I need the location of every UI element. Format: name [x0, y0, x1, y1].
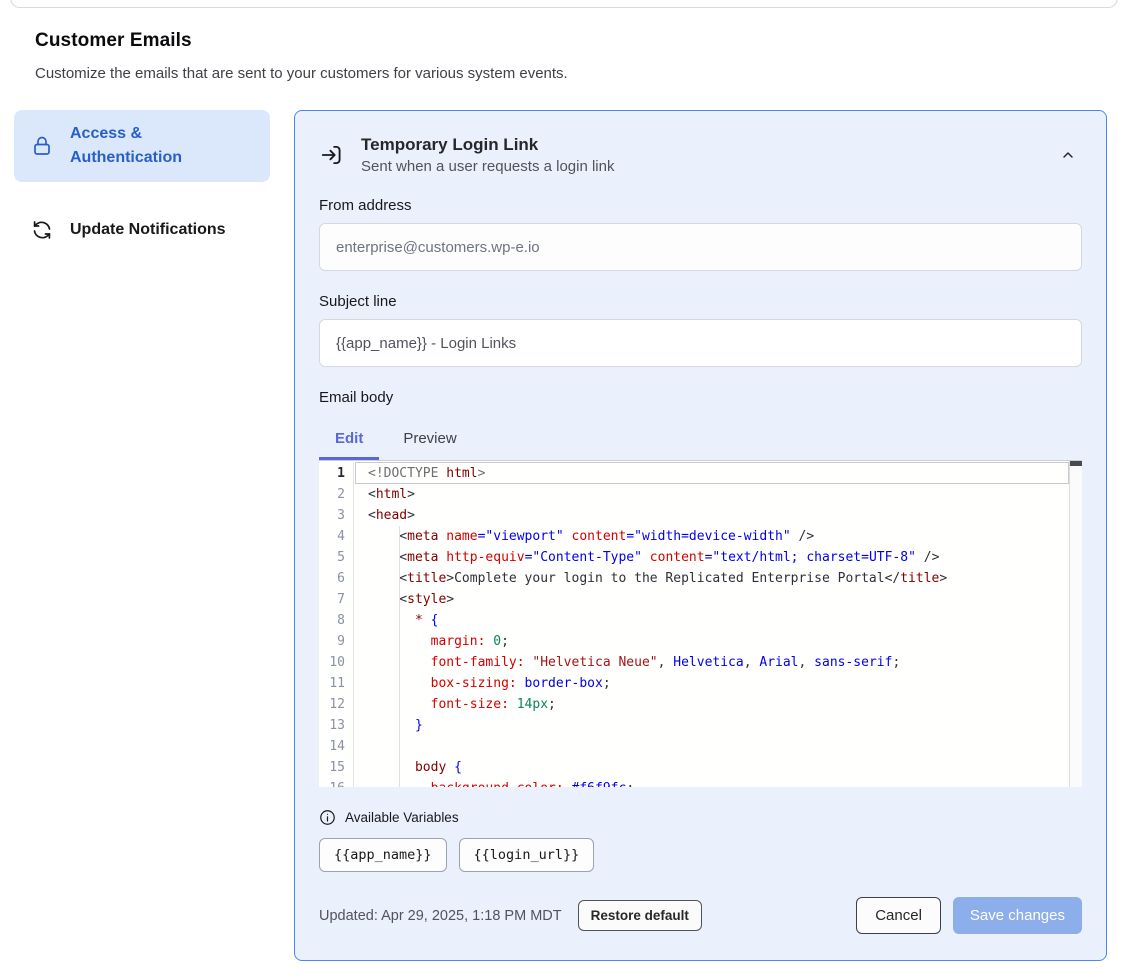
line-number: 7 [319, 589, 354, 610]
tab-preview[interactable]: Preview [387, 421, 472, 460]
code-line: 12 font-size: 14px; [319, 694, 1082, 715]
line-number: 8 [319, 610, 354, 631]
indent-guide [399, 526, 400, 787]
page-subtitle: Customize the emails that are sent to yo… [35, 65, 1093, 82]
settings-panel: Temporary Login Link Sent when a user re… [294, 110, 1107, 961]
code-line: 13 } [319, 715, 1082, 736]
panel-title: Temporary Login Link [361, 135, 614, 155]
variable-chip[interactable]: {{login_url}} [459, 838, 595, 872]
sidebar-item-update-notifications[interactable]: Update Notifications [14, 206, 270, 254]
code-line: 11 box-sizing: border-box; [319, 673, 1082, 694]
code-line-content [354, 736, 1082, 757]
page-header: Customer Emails Customize the emails tha… [0, 0, 1128, 82]
code-line: 3<head> [319, 505, 1082, 526]
code-line: 2<html> [319, 484, 1082, 505]
lock-icon [30, 134, 54, 158]
code-line: 15 body { [319, 757, 1082, 778]
code-line-content: background-color: #f6f9fc; [354, 778, 1082, 787]
chevron-up-icon [1060, 147, 1076, 163]
email-body-tabs: EditPreview [319, 421, 1082, 460]
email-body-label: Email body [319, 389, 1082, 406]
line-number: 3 [319, 505, 354, 526]
line-number: 2 [319, 484, 354, 505]
refresh-icon [30, 218, 54, 242]
line-number: 14 [319, 736, 354, 757]
page-title: Customer Emails [35, 30, 1093, 52]
cancel-button[interactable]: Cancel [856, 897, 941, 934]
sidebar-item-access-authentication[interactable]: Access & Authentication [14, 110, 270, 182]
code-line-content: margin: 0; [354, 631, 1082, 652]
from-address-label: From address [319, 197, 1082, 214]
code-line-content: <!DOCTYPE html> [354, 463, 1082, 484]
tab-edit[interactable]: Edit [319, 421, 379, 460]
code-line-content: <style> [354, 589, 1082, 610]
line-number: 6 [319, 568, 354, 589]
code-line: 7 <style> [319, 589, 1082, 610]
line-number: 13 [319, 715, 354, 736]
line-number: 12 [319, 694, 354, 715]
code-line-content: <html> [354, 484, 1082, 505]
subject-line-input[interactable] [319, 319, 1082, 367]
code-line: 9 margin: 0; [319, 631, 1082, 652]
code-line: 5 <meta http-equiv="Content-Type" conten… [319, 547, 1082, 568]
sidebar-item-label: Access & Authentication [70, 122, 254, 170]
code-line-content: <title>Complete your login to the Replic… [354, 568, 1082, 589]
panel-header: Temporary Login Link Sent when a user re… [319, 135, 1082, 175]
info-icon [319, 809, 336, 826]
code-line-content: * { [354, 610, 1082, 631]
editor-scrollbar-thumb[interactable] [1070, 461, 1082, 466]
panel-subtitle: Sent when a user requests a login link [361, 158, 614, 175]
subject-line-label: Subject line [319, 293, 1082, 310]
code-line: 8 * { [319, 610, 1082, 631]
code-line-content: font-family: "Helvetica Neue", Helvetica… [354, 652, 1082, 673]
code-line-content: <head> [354, 505, 1082, 526]
code-line-content: box-sizing: border-box; [354, 673, 1082, 694]
code-line-content: } [354, 715, 1082, 736]
code-line-content: <meta http-equiv="Content-Type" content=… [354, 547, 1082, 568]
available-variables-label: Available Variables [345, 810, 459, 825]
line-number: 11 [319, 673, 354, 694]
code-line: 14 [319, 736, 1082, 757]
top-card-edge [10, 0, 1118, 8]
editor-scrollbar[interactable] [1069, 461, 1082, 787]
code-line: 1<!DOCTYPE html> [319, 463, 1082, 484]
line-number: 10 [319, 652, 354, 673]
line-number: 16 [319, 778, 354, 787]
collapse-button[interactable] [1054, 141, 1082, 169]
sidebar-item-label: Update Notifications [70, 218, 226, 242]
code-line-content: <meta name="viewport" content="width=dev… [354, 526, 1082, 547]
code-line: 16 background-color: #f6f9fc; [319, 778, 1082, 787]
code-line: 4 <meta name="viewport" content="width=d… [319, 526, 1082, 547]
code-line: 10 font-family: "Helvetica Neue", Helvet… [319, 652, 1082, 673]
sidebar: Access & Authentication Update Notificati… [14, 110, 270, 254]
login-icon [319, 142, 345, 168]
line-number: 9 [319, 631, 354, 652]
from-address-input[interactable] [319, 223, 1082, 271]
line-number: 15 [319, 757, 354, 778]
line-number: 5 [319, 547, 354, 568]
line-number: 1 [319, 463, 354, 484]
code-line-content: font-size: 14px; [354, 694, 1082, 715]
line-number: 4 [319, 526, 354, 547]
code-line-content: body { [354, 757, 1082, 778]
code-editor[interactable]: 1<!DOCTYPE html>2<html>3<head>4 <meta na… [319, 460, 1082, 787]
updated-timestamp: Updated: Apr 29, 2025, 1:18 PM MDT [319, 908, 562, 924]
code-line: 6 <title>Complete your login to the Repl… [319, 568, 1082, 589]
variable-chip[interactable]: {{app_name}} [319, 838, 447, 872]
save-changes-button[interactable]: Save changes [953, 897, 1082, 934]
restore-default-button[interactable]: Restore default [578, 900, 702, 931]
